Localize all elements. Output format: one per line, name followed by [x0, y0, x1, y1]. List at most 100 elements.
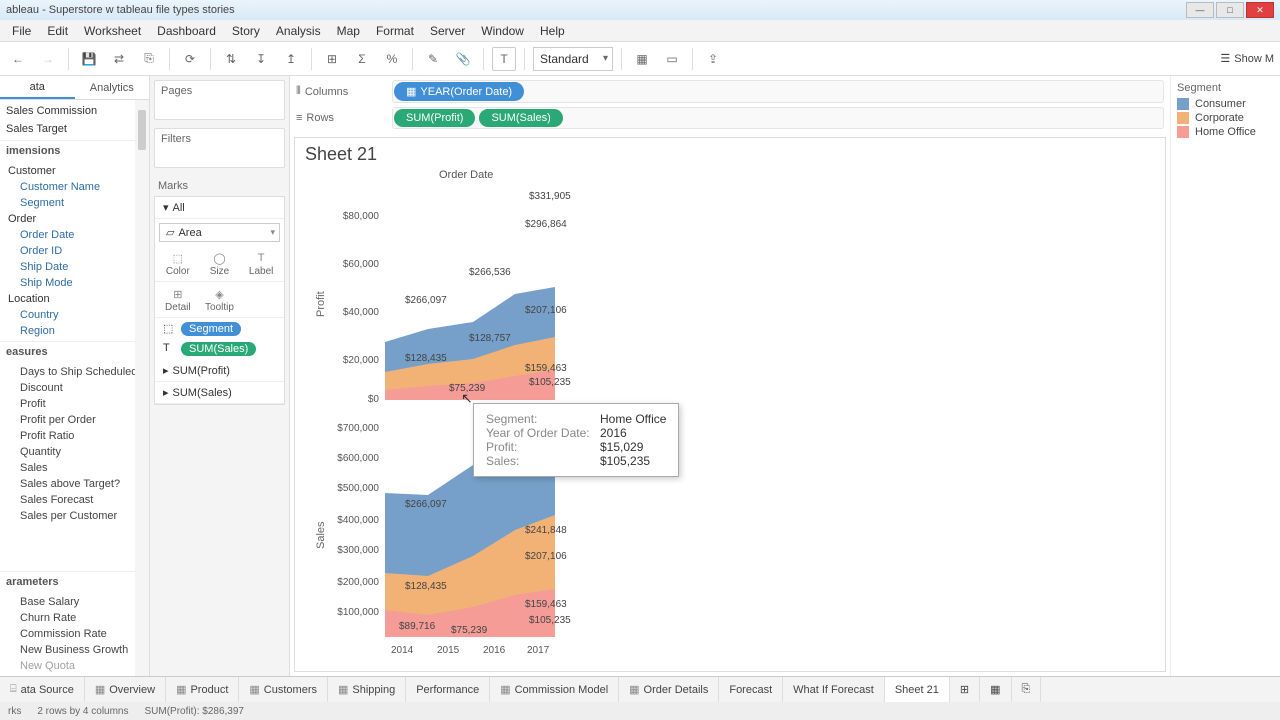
tab-sheet21[interactable]: Sheet 21 [885, 677, 950, 702]
percent-icon[interactable]: % [380, 47, 404, 71]
menu-dashboard[interactable]: Dashboard [149, 22, 224, 40]
show-me-button[interactable]: ☰Show M [1220, 52, 1274, 65]
field-item[interactable]: Profit [0, 396, 149, 412]
tab-performance[interactable]: Performance [406, 677, 490, 702]
tab-commission[interactable]: ▦Commission Model [490, 677, 619, 702]
totals-icon[interactable]: Σ [350, 47, 374, 71]
marks-pill-sumsales[interactable]: T SUM(Sales) [159, 340, 280, 358]
datasource-item[interactable]: Sales Commission [0, 102, 149, 120]
swap-icon[interactable]: ⇅ [219, 47, 243, 71]
marks-sumsales-row[interactable]: ▸ SUM(Sales) [155, 382, 284, 404]
highlight-icon[interactable]: ✎ [421, 47, 445, 71]
new-data-icon[interactable]: ⇄ [107, 47, 131, 71]
marks-label[interactable]: TLabel [241, 250, 281, 277]
field-item[interactable]: Sales above Target? [0, 476, 149, 492]
field-item[interactable]: Churn Rate [0, 610, 149, 626]
menu-format[interactable]: Format [368, 22, 422, 40]
new-story-button[interactable]: ⎘ [1012, 677, 1042, 702]
tab-product[interactable]: ▦Product [166, 677, 239, 702]
legend-item-homeoffice[interactable]: Home Office [1177, 126, 1274, 138]
field-group[interactable]: Customer [0, 163, 149, 179]
pages-shelf[interactable]: Pages [154, 80, 285, 120]
tab-analytics[interactable]: Analytics [75, 76, 150, 99]
marks-tooltip[interactable]: ◈Tooltip [199, 286, 239, 313]
field-item[interactable]: Profit per Order [0, 412, 149, 428]
tab-orderdetails[interactable]: ▦Order Details [619, 677, 719, 702]
rows-pill-profit[interactable]: SUM(Profit) [394, 109, 475, 127]
field-item[interactable]: Customer Name [0, 179, 149, 195]
tab-whatif[interactable]: What If Forecast [783, 677, 885, 702]
datasource-item[interactable]: Sales Target [0, 120, 149, 138]
menu-story[interactable]: Story [224, 22, 268, 40]
field-group[interactable]: Order [0, 211, 149, 227]
maximize-button[interactable]: □ [1216, 2, 1244, 18]
menu-map[interactable]: Map [329, 22, 368, 40]
field-item[interactable]: Commission Rate [0, 626, 149, 642]
save-icon[interactable]: 💾 [77, 47, 101, 71]
menu-edit[interactable]: Edit [39, 22, 76, 40]
nav-forward-icon[interactable]: → [36, 47, 60, 71]
scrollbar[interactable] [135, 100, 149, 676]
filters-shelf[interactable]: Filters [154, 128, 285, 168]
marks-size[interactable]: ◯Size [199, 250, 239, 277]
field-item[interactable]: Quantity [0, 444, 149, 460]
menu-analysis[interactable]: Analysis [268, 22, 329, 40]
menu-help[interactable]: Help [532, 22, 573, 40]
field-item[interactable]: New Quota [0, 658, 149, 674]
field-item[interactable]: Order ID [0, 243, 149, 259]
menu-window[interactable]: Window [473, 22, 532, 40]
nav-back-icon[interactable]: ← [6, 47, 30, 71]
new-worksheet-icon[interactable]: ⎘ [137, 47, 161, 71]
marks-color[interactable]: ⬚Color [158, 250, 198, 277]
field-item[interactable]: Sales per Customer [0, 508, 149, 524]
new-worksheet-button[interactable]: ⊞ [950, 677, 980, 702]
sort-desc-icon[interactable]: ↥ [279, 47, 303, 71]
minimize-button[interactable]: — [1186, 2, 1214, 18]
marks-detail[interactable]: ⊞Detail [158, 286, 198, 313]
field-item[interactable]: Country [0, 307, 149, 323]
legend-item-corporate[interactable]: Corporate [1177, 112, 1274, 124]
group-icon[interactable]: ⊞ [320, 47, 344, 71]
columns-pill[interactable]: ▦YEAR(Order Date) [394, 82, 524, 101]
sheet-title[interactable]: Sheet 21 [305, 144, 1155, 165]
sort-asc-icon[interactable]: ↧ [249, 47, 273, 71]
new-dashboard-button[interactable]: ▦ [980, 677, 1011, 702]
field-item[interactable]: Segment [0, 195, 149, 211]
tab-datasource[interactable]: ⌸ata Source [0, 677, 85, 702]
marks-sumprofit-row[interactable]: ▸ SUM(Profit) [155, 360, 284, 382]
field-item[interactable]: Days to Ship Scheduled [0, 364, 149, 380]
field-item[interactable]: Discount [0, 380, 149, 396]
refresh-icon[interactable]: ⟳ [178, 47, 202, 71]
field-item[interactable]: Region [0, 323, 149, 339]
menu-server[interactable]: Server [422, 22, 473, 40]
rows-pill-sales[interactable]: SUM(Sales) [479, 109, 562, 127]
label-icon[interactable]: T [492, 47, 516, 71]
field-item[interactable]: Sales Forecast [0, 492, 149, 508]
marks-all-row[interactable]: ▾ All [155, 197, 284, 219]
field-item[interactable]: Base Salary [0, 594, 149, 610]
tab-overview[interactable]: ▦Overview [85, 677, 166, 702]
tab-data[interactable]: ata [0, 76, 75, 99]
pin-icon[interactable]: 📎 [451, 47, 475, 71]
fit-dropdown[interactable]: Standard [533, 47, 613, 71]
field-item[interactable]: Ship Date [0, 259, 149, 275]
menu-file[interactable]: File [4, 22, 39, 40]
mark-type-dropdown[interactable]: ▱ Area [159, 223, 280, 242]
tab-customers[interactable]: ▦Customers [239, 677, 328, 702]
field-item[interactable]: Ship Mode [0, 275, 149, 291]
field-group[interactable]: Location [0, 291, 149, 307]
share-icon[interactable]: ⇪ [701, 47, 725, 71]
tab-forecast[interactable]: Forecast [719, 677, 783, 702]
tab-shipping[interactable]: ▦Shipping [328, 677, 406, 702]
legend-item-consumer[interactable]: Consumer [1177, 98, 1274, 110]
columns-shelf[interactable]: ▦YEAR(Order Date) [392, 80, 1164, 103]
menu-worksheet[interactable]: Worksheet [76, 22, 149, 40]
field-item[interactable]: New Business Growth [0, 642, 149, 658]
marks-pill-segment[interactable]: ⬚ Segment [159, 320, 280, 338]
field-item[interactable]: Order Date [0, 227, 149, 243]
cards-icon[interactable]: ▦ [630, 47, 654, 71]
field-item[interactable]: Sales [0, 460, 149, 476]
close-button[interactable]: ✕ [1246, 2, 1274, 18]
field-item[interactable]: Profit Ratio [0, 428, 149, 444]
presentation-icon[interactable]: ▭ [660, 47, 684, 71]
